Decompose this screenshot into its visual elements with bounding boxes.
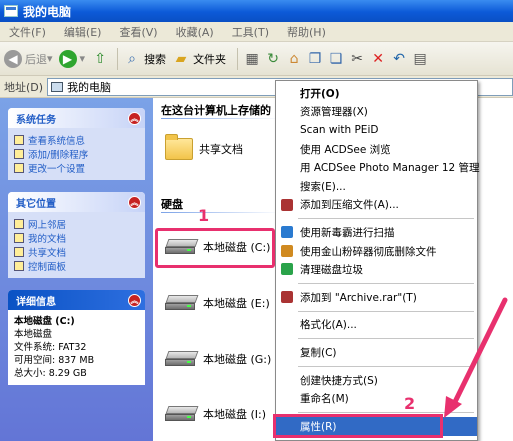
antivirus-icon xyxy=(281,226,293,239)
hard-drive-icon xyxy=(165,351,199,367)
drive-g[interactable]: 本地磁盘 (G:) xyxy=(165,348,271,370)
undo-icon[interactable]: ↶ xyxy=(390,50,408,68)
detail-total-size: 总大小: 8.29 GB xyxy=(14,368,87,379)
copy-icon[interactable]: ❐ xyxy=(306,50,324,68)
properties-highlight xyxy=(273,414,443,438)
menu-acdsee-manage[interactable]: 用 ACDSee Photo Manager 12 管理 xyxy=(276,158,480,177)
other-places-panel: 其它位置 ︽ 网上邻居 我的文档 共享文档 控制面板 xyxy=(8,192,145,278)
collapse-chevron-icon[interactable]: ︽ xyxy=(128,195,141,209)
drive-i[interactable]: 本地磁盘 (I:) xyxy=(165,403,266,425)
search-button[interactable]: ⌕ 搜索 xyxy=(123,50,166,68)
network-places-link[interactable]: 网上邻居 xyxy=(14,217,139,231)
system-info-icon xyxy=(14,135,24,145)
context-menu: 打开(O) 资源管理器(X) Scan with PEiD 使用 ACDSee … xyxy=(275,80,480,441)
address-label: 地址(D) xyxy=(4,80,44,94)
shared-documents-link[interactable]: 共享文档 xyxy=(14,245,139,259)
refresh-icon[interactable]: ↻ xyxy=(264,50,282,68)
search-icon: ⌕ xyxy=(128,50,136,67)
toolbar: ◀ 后退 ▾ ▶ ▾ ⇧ ⌕ 搜索 ▰ 文件夹 ▦ ↻ ⌂ ❐ ❏ ✂ ✕ ↶ … xyxy=(0,42,513,76)
delete-icon[interactable]: ✕ xyxy=(369,50,387,68)
forward-button[interactable]: ▶ ▾ xyxy=(58,49,85,68)
folders-button[interactable]: ▰ 文件夹 xyxy=(172,50,226,68)
collapse-chevron-icon[interactable]: ︽ xyxy=(128,293,141,307)
hard-drive-icon xyxy=(165,406,199,422)
detail-drive-type: 本地磁盘 xyxy=(14,329,53,340)
menu-scan-peid[interactable]: Scan with PEiD xyxy=(276,121,477,140)
details-panel: 详细信息 ︽ 本地磁盘 (C:) 本地磁盘 文件系统: FAT32 可用空间: … xyxy=(8,290,145,385)
my-documents-link[interactable]: 我的文档 xyxy=(14,231,139,245)
back-arrow-icon: ◀ xyxy=(4,49,22,68)
menu-rename[interactable]: 重命名(M) xyxy=(276,389,477,408)
detail-filesystem: 文件系统: FAT32 xyxy=(14,342,87,353)
documents-icon xyxy=(14,233,24,243)
menu-copy[interactable]: 复制(C) xyxy=(276,343,477,362)
shredder-icon xyxy=(281,244,293,257)
menu-open[interactable]: 打开(O) xyxy=(276,84,477,103)
broom-icon xyxy=(281,263,293,276)
system-tasks-header[interactable]: 系统任务 ︽ xyxy=(8,108,145,128)
task-pane: 系统任务 ︽ 查看系统信息 添加/删除程序 更改一个设置 其它位置 ︽ 网上邻居… xyxy=(0,98,153,441)
folder-icon xyxy=(165,134,193,160)
winrar-icon xyxy=(281,198,293,211)
network-icon xyxy=(14,219,24,229)
menu-file[interactable]: 文件(F) xyxy=(0,24,55,40)
menu-edit[interactable]: 编辑(E) xyxy=(55,24,111,40)
window-title: 我的电脑 xyxy=(23,4,72,19)
add-remove-programs-link[interactable]: 添加/删除程序 xyxy=(14,147,139,161)
control-panel-link[interactable]: 控制面板 xyxy=(14,259,139,273)
menu-create-shortcut[interactable]: 创建快捷方式(S) xyxy=(276,371,477,390)
hard-disks-header: 硬盘 xyxy=(161,198,183,211)
drive-e[interactable]: 本地磁盘 (E:) xyxy=(165,292,270,314)
menu-search[interactable]: 搜索(E)... xyxy=(276,177,477,196)
menu-acdsee-browse[interactable]: 使用 ACDSee 浏览 xyxy=(276,140,477,159)
menu-bar: 文件(F) 编辑(E) 查看(V) 收藏(A) 工具(T) 帮助(H) xyxy=(0,22,513,42)
back-button[interactable]: ◀ 后退 ▾ xyxy=(4,49,53,68)
other-places-header[interactable]: 其它位置 ︽ xyxy=(8,192,145,212)
menu-duba-scan[interactable]: 使用新毒霸进行扫描 xyxy=(276,223,477,242)
menu-favorites[interactable]: 收藏(A) xyxy=(167,24,223,40)
menu-explorer[interactable]: 资源管理器(X) xyxy=(276,103,477,122)
details-header[interactable]: 详细信息 ︽ xyxy=(8,290,145,310)
menu-format[interactable]: 格式化(A)... xyxy=(276,316,477,335)
cut-icon[interactable]: ✂ xyxy=(348,50,366,68)
detail-drive-name: 本地磁盘 (C:) xyxy=(14,316,75,327)
drive-c-highlight xyxy=(155,228,275,268)
winrar-icon xyxy=(281,290,293,303)
menu-shred-files[interactable]: 使用金山粉碎器彻底删除文件 xyxy=(276,242,477,261)
menu-add-to-archive[interactable]: 添加到压缩文件(A)... xyxy=(276,196,477,215)
collapse-chevron-icon[interactable]: ︽ xyxy=(128,111,141,125)
home-icon[interactable]: ⌂ xyxy=(285,50,303,68)
paste-icon[interactable]: ❏ xyxy=(327,50,345,68)
view-system-info-link[interactable]: 查看系统信息 xyxy=(14,133,139,147)
annotation-step-1: 1 xyxy=(198,206,210,225)
views-icon[interactable]: ▦ xyxy=(243,50,261,68)
hard-drive-icon xyxy=(165,295,199,311)
properties-icon[interactable]: ▤ xyxy=(411,50,429,68)
folder-icon xyxy=(14,247,24,257)
control-panel-icon xyxy=(14,261,24,271)
programs-icon xyxy=(14,149,24,159)
menu-help[interactable]: 帮助(H) xyxy=(278,24,335,40)
shared-documents-folder[interactable]: 共享文档 xyxy=(165,134,243,160)
annotation-step-2: 2 xyxy=(404,394,416,413)
folder-icon: ▰ xyxy=(175,50,187,67)
menu-view[interactable]: 查看(V) xyxy=(110,24,166,40)
menu-add-archive-rar[interactable]: 添加到 "Archive.rar"(T) xyxy=(276,288,477,307)
window-icon xyxy=(4,5,18,17)
menu-tools[interactable]: 工具(T) xyxy=(223,24,278,40)
menu-clean-disk[interactable]: 清理磁盘垃圾 xyxy=(276,260,477,279)
stored-files-header: 在这台计算机上存储的 xyxy=(161,104,271,117)
title-bar: 我的电脑 xyxy=(0,0,513,22)
up-folder-icon[interactable]: ⇧ xyxy=(91,50,109,68)
system-tasks-panel: 系统任务 ︽ 查看系统信息 添加/删除程序 更改一个设置 xyxy=(8,108,145,180)
computer-icon xyxy=(51,81,64,92)
detail-free-space: 可用空间: 837 MB xyxy=(14,355,95,366)
settings-icon xyxy=(14,163,24,173)
forward-arrow-icon: ▶ xyxy=(58,49,77,68)
change-setting-link[interactable]: 更改一个设置 xyxy=(14,161,139,175)
